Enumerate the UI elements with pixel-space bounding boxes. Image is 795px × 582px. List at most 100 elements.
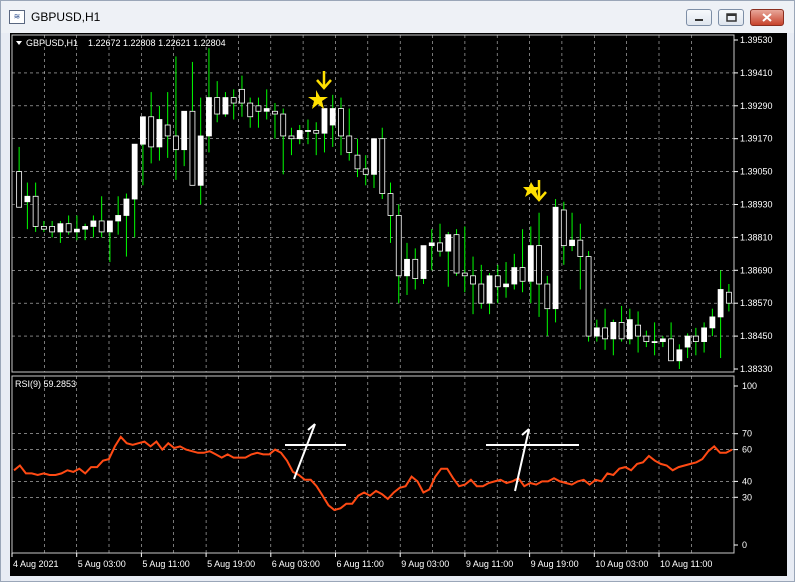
price-tick-label: 1.39410 bbox=[740, 68, 773, 78]
rsi-annotation-1 bbox=[285, 423, 346, 480]
candle-body bbox=[32, 195, 39, 227]
restore-icon bbox=[726, 13, 737, 22]
candle-body bbox=[635, 324, 641, 337]
candle-body bbox=[321, 108, 328, 134]
candle-body bbox=[503, 283, 509, 288]
time-tick-label: 10 Aug 03:00 bbox=[595, 559, 648, 569]
candle-body bbox=[123, 198, 130, 216]
candle-body bbox=[140, 116, 146, 145]
candle-body bbox=[362, 168, 369, 175]
price-tick-label: 1.39170 bbox=[740, 134, 773, 144]
rsi-line-group bbox=[13, 435, 733, 512]
chart-area[interactable]: 1.39530 1.39410 1.39290 1.39170 1.39050 1.389… bbox=[10, 33, 787, 576]
candle-body bbox=[437, 242, 443, 252]
candle-body bbox=[602, 327, 608, 340]
time-tick-label: 9 Aug 11:00 bbox=[466, 559, 513, 569]
candle-body bbox=[338, 108, 344, 137]
minimize-icon bbox=[695, 19, 703, 21]
candle-body bbox=[222, 97, 229, 115]
time-tick-label: 6 Aug 03:00 bbox=[272, 559, 320, 569]
candle-body bbox=[379, 138, 386, 194]
candle-body bbox=[197, 135, 204, 186]
candle-body bbox=[626, 319, 633, 340]
price-tick-label: 1.39050 bbox=[740, 167, 773, 177]
candle-body bbox=[717, 289, 724, 318]
rsi-tick-label: 60 bbox=[742, 445, 752, 455]
candle-body bbox=[701, 327, 708, 342]
candle-body bbox=[445, 234, 452, 252]
time-tick-label: 9 Aug 03:00 bbox=[401, 559, 449, 569]
candle-body bbox=[643, 335, 650, 342]
candle-body bbox=[395, 215, 402, 277]
candle-body bbox=[569, 239, 575, 247]
candle-body bbox=[272, 110, 278, 115]
price-tick-label: 1.38450 bbox=[740, 331, 773, 341]
rsi-annotation-2 bbox=[486, 428, 579, 492]
chart-menu-triangle-icon[interactable] bbox=[16, 41, 22, 45]
candle-body bbox=[247, 102, 254, 118]
star-icon bbox=[308, 90, 328, 109]
candle-body bbox=[239, 88, 245, 104]
sell-signal-1[interactable] bbox=[308, 71, 332, 109]
candle-body bbox=[486, 275, 493, 304]
time-tick-label: 5 Aug 03:00 bbox=[78, 559, 126, 569]
close-button[interactable] bbox=[750, 9, 784, 26]
candle-body bbox=[618, 321, 625, 340]
title-bar[interactable]: ≋ GBPUSD,H1 bbox=[1, 1, 794, 33]
star-icon bbox=[523, 182, 540, 197]
price-tick-label: 1.38690 bbox=[740, 265, 773, 275]
time-tick-label: 5 Aug 19:00 bbox=[207, 559, 255, 569]
candle-body bbox=[148, 116, 155, 148]
candle-body bbox=[280, 113, 287, 137]
candle-body bbox=[16, 171, 23, 208]
candle-body bbox=[329, 108, 336, 126]
candle-body bbox=[24, 195, 31, 203]
candle-body bbox=[470, 275, 476, 285]
candle-body bbox=[57, 223, 64, 233]
candle-body bbox=[544, 283, 551, 310]
rsi-tick-label: 0 bbox=[742, 540, 747, 550]
time-axis: 4 Aug 2021 5 Aug 03:00 5 Aug 11:00 5 Aug 19… bbox=[11, 553, 712, 569]
candle-body bbox=[313, 130, 320, 134]
candle-body bbox=[420, 245, 427, 279]
candle-body bbox=[404, 258, 410, 277]
candle-body bbox=[453, 234, 460, 274]
price-chart[interactable]: 1.39530 1.39410 1.39290 1.39170 1.39050 1.389… bbox=[10, 33, 787, 576]
candle-body bbox=[40, 226, 47, 230]
candle-body bbox=[387, 193, 394, 216]
candle-body bbox=[560, 209, 567, 247]
candle-body bbox=[659, 338, 666, 342]
candle-body bbox=[354, 154, 361, 170]
rsi-tick-label: 30 bbox=[742, 492, 752, 502]
candle-body bbox=[107, 220, 113, 233]
window-title: GBPUSD,H1 bbox=[31, 10, 101, 24]
symbol-label: GBPUSD,H1 bbox=[26, 38, 78, 48]
candle-body bbox=[173, 135, 179, 151]
candle-body bbox=[412, 258, 419, 279]
price-tick-label: 1.39530 bbox=[740, 35, 773, 45]
candle-body bbox=[651, 341, 658, 343]
rsi-axis: 100 70 60 40 30 0 bbox=[734, 381, 757, 550]
candle-body bbox=[115, 215, 122, 222]
candle-body bbox=[478, 283, 485, 304]
restore-button[interactable] bbox=[718, 9, 744, 26]
rsi-label: RSI(9) 59.2853 bbox=[15, 379, 76, 389]
candle-body bbox=[593, 327, 600, 337]
candle-body bbox=[288, 135, 295, 140]
price-tick-label: 1.39290 bbox=[740, 101, 773, 111]
candle-body bbox=[552, 206, 559, 310]
chart-window: ≋ GBPUSD,H1 1.39530 1.39410 1.39290 1.39170… bbox=[0, 0, 795, 582]
candle-body bbox=[90, 220, 97, 227]
candle-body bbox=[725, 291, 732, 304]
candle-body bbox=[296, 130, 303, 140]
sell-signal-2[interactable] bbox=[523, 180, 547, 202]
candle-body bbox=[692, 335, 699, 342]
candle-body bbox=[585, 256, 592, 337]
candle-body bbox=[527, 245, 534, 282]
time-tick-label: 9 Aug 19:00 bbox=[531, 559, 579, 569]
candle-body bbox=[206, 97, 212, 137]
rsi-tick-label: 100 bbox=[742, 381, 757, 391]
minimize-button[interactable] bbox=[686, 9, 712, 26]
candle-body bbox=[346, 135, 353, 153]
price-tick-label: 1.38930 bbox=[740, 200, 773, 210]
